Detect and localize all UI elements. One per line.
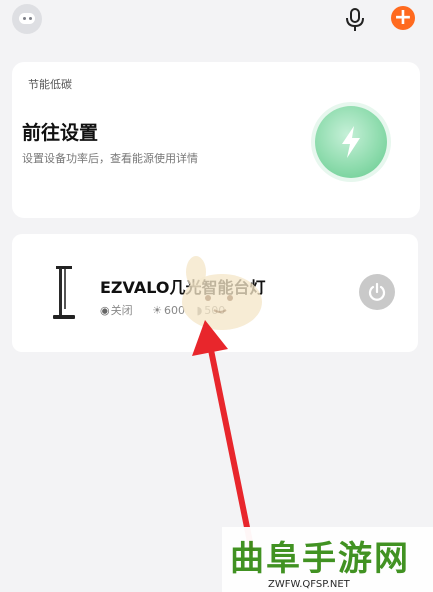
power-status-label: 关闭	[110, 304, 133, 317]
power-icon	[368, 282, 386, 301]
watermark-title: 曲阜手游网	[230, 539, 410, 579]
lightning-bolt-icon[interactable]	[315, 106, 387, 178]
site-watermark: 曲阜手游网 ZWFW.QFSP.NET	[222, 527, 433, 592]
robot-avatar-icon[interactable]	[12, 4, 42, 34]
add-button[interactable]: +	[391, 6, 415, 30]
watermark-url: ZWFW.QFSP.NET	[268, 579, 350, 590]
sun-icon: ☀	[152, 304, 162, 317]
top-bar: +	[0, 0, 433, 40]
card-subtitle: 节能低碳	[28, 78, 72, 91]
card-description: 设置设备功率后，查看能源使用详情	[22, 152, 198, 165]
power-toggle-button[interactable]	[359, 274, 395, 310]
desk-lamp-image	[50, 266, 78, 322]
go-to-settings-title[interactable]: 前往设置	[22, 118, 98, 145]
energy-saving-card[interactable]: 节能低碳 前往设置 设置设备功率后，查看能源使用详情	[12, 62, 420, 218]
power-status-icon: ◉	[100, 304, 110, 317]
microphone-icon[interactable]	[344, 7, 366, 33]
mascot-watermark-image	[168, 252, 272, 336]
power-status: ◉关闭	[100, 304, 144, 317]
plus-icon: +	[393, 5, 413, 30]
